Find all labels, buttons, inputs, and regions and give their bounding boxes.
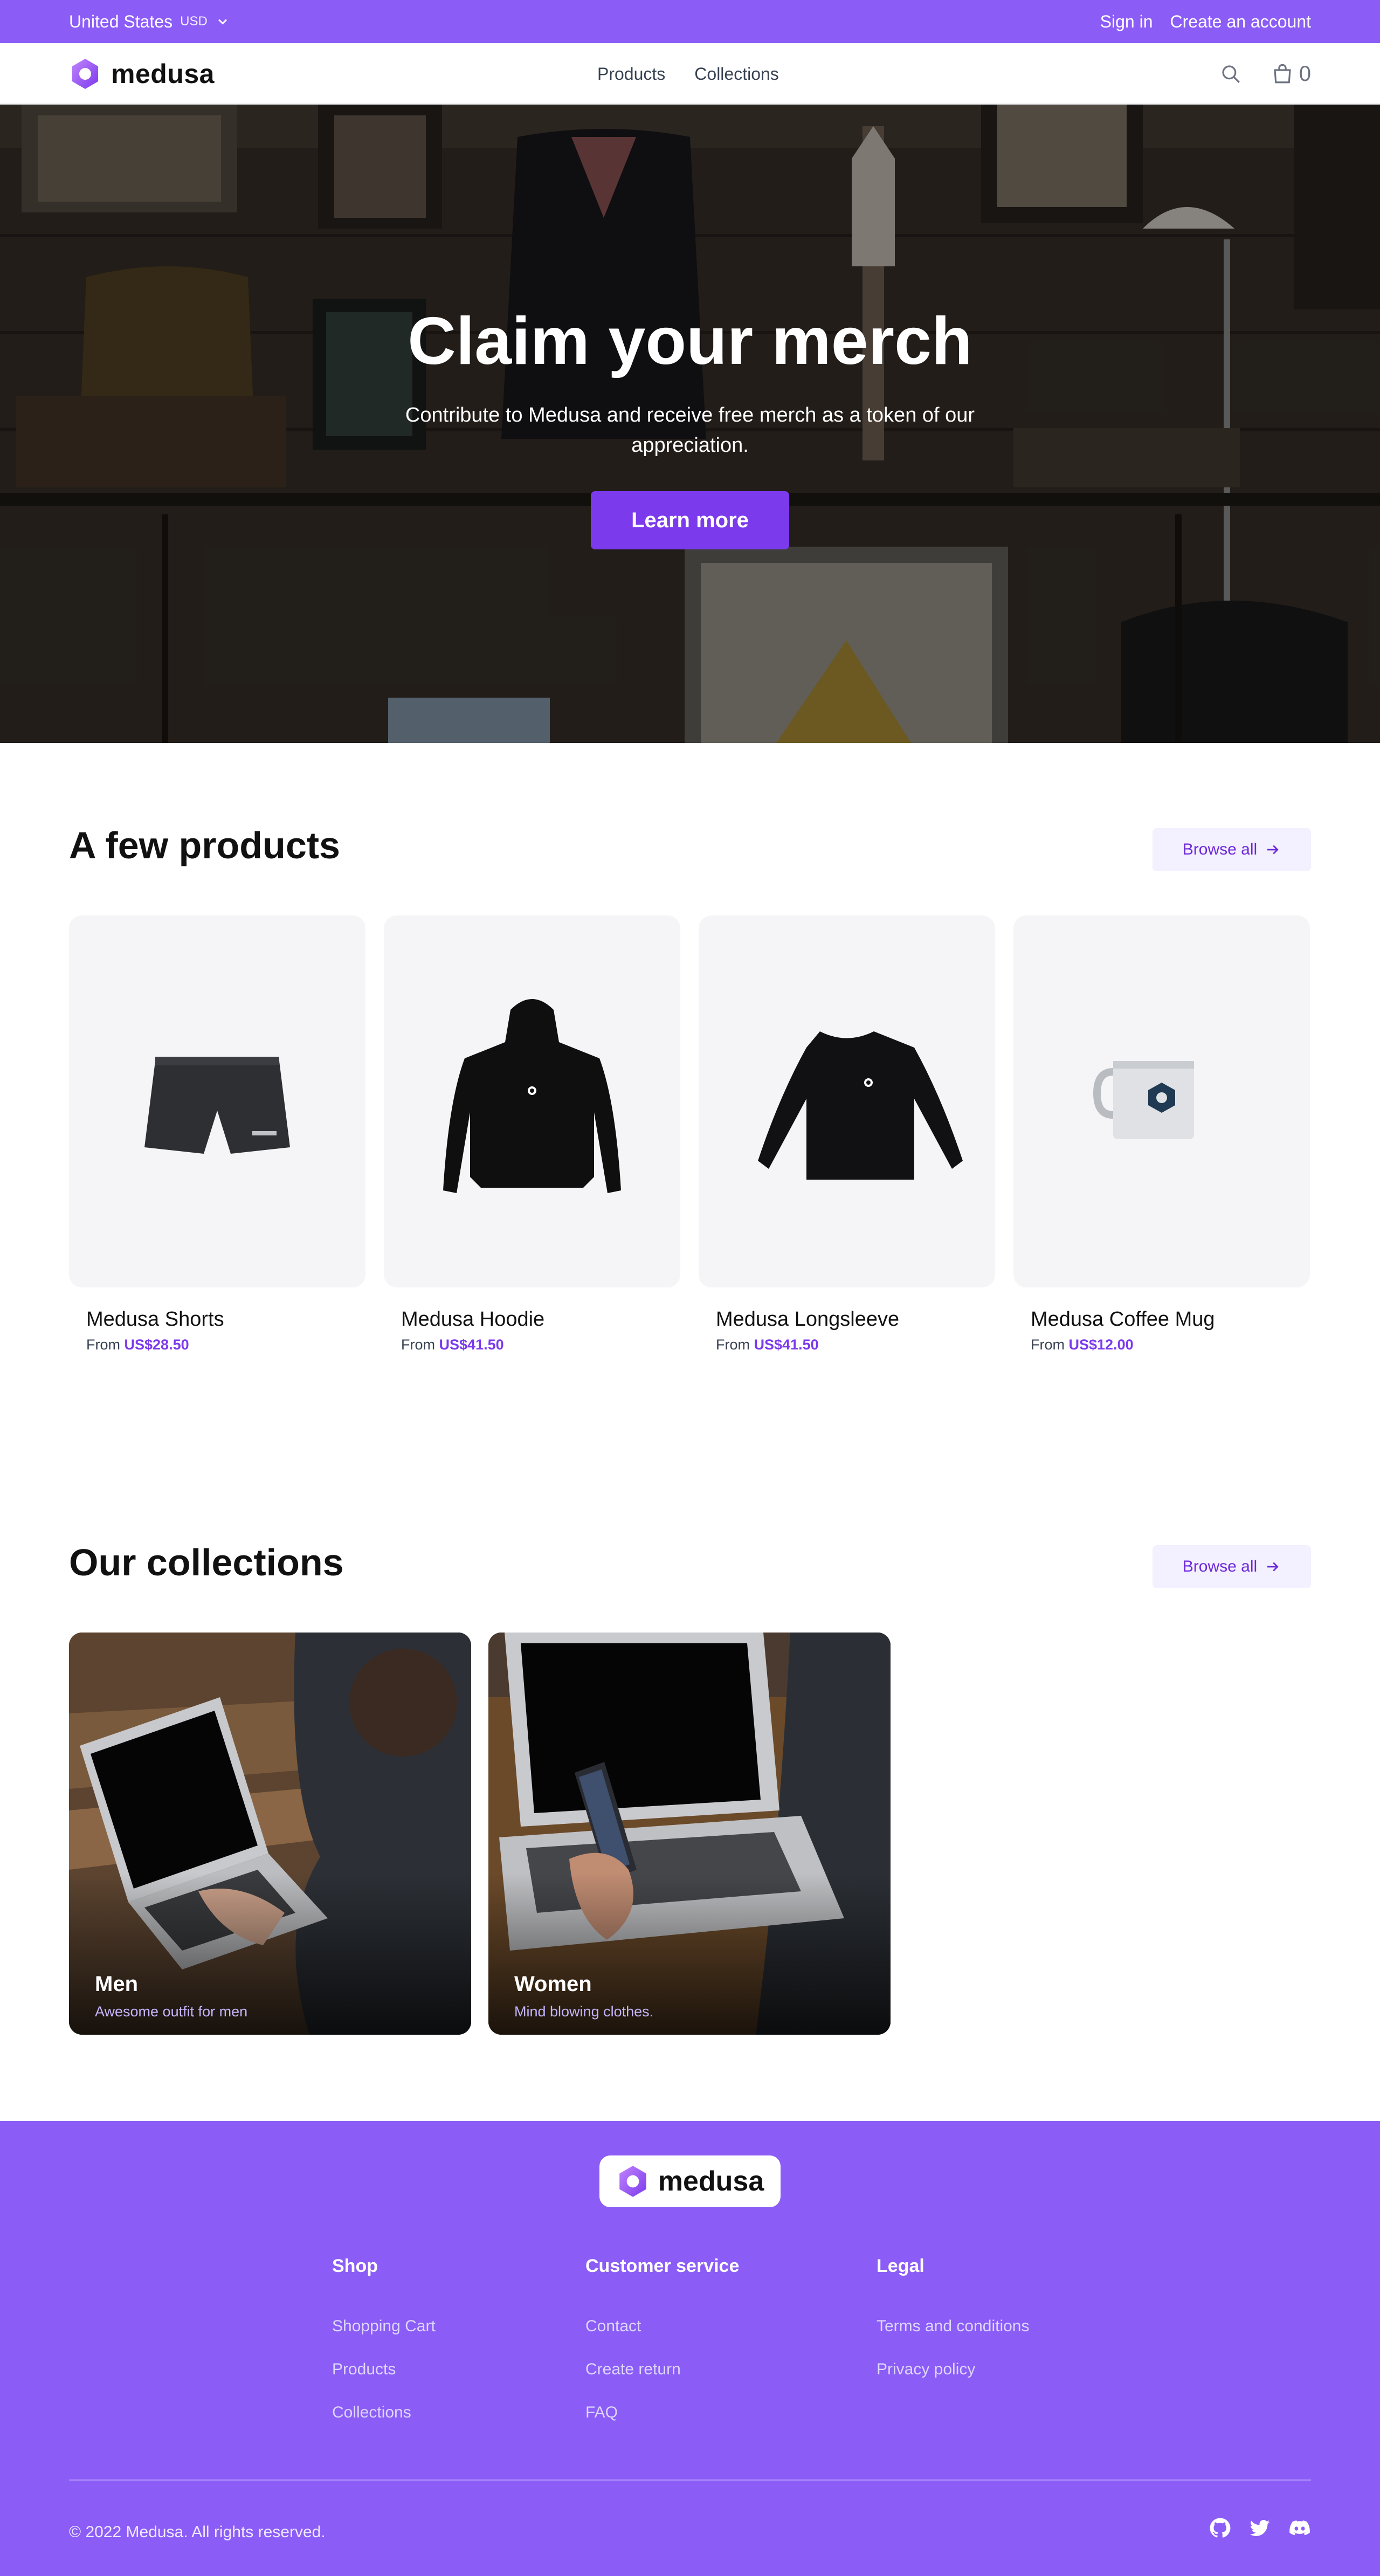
product-image[interactable] xyxy=(699,915,995,1287)
medusa-logo-icon xyxy=(619,2166,646,2197)
footer-heading: Legal xyxy=(877,2256,924,2276)
product-card-shorts[interactable]: Medusa Shorts From US$28.50 xyxy=(69,915,365,1353)
footer-link-faq[interactable]: FAQ xyxy=(585,2403,618,2422)
main-nav: medusa Products Collections 0 xyxy=(0,43,1380,105)
footer-logo[interactable]: medusa xyxy=(599,2155,781,2207)
product-image[interactable] xyxy=(1013,915,1310,1287)
chevron-down-icon xyxy=(218,19,227,25)
footer-link-shopping-cart[interactable]: Shopping Cart xyxy=(332,2317,436,2336)
footer-link-terms[interactable]: Terms and conditions xyxy=(877,2317,1029,2336)
top-bar: United States USD Sign in Create an acco… xyxy=(0,0,1380,43)
collection-description: Mind blowing clothes. xyxy=(514,2003,654,2020)
product-price: From US$12.00 xyxy=(1031,1337,1134,1353)
product-name: Medusa Longsleeve xyxy=(716,1308,900,1331)
site-footer: medusa Shop Shopping Cart Products Colle… xyxy=(0,2121,1380,2576)
twitter-icon[interactable] xyxy=(1248,2517,1271,2539)
products-section-title: A few products xyxy=(69,824,340,866)
collection-name: Women xyxy=(514,1972,592,1996)
product-name: Medusa Coffee Mug xyxy=(1031,1308,1215,1331)
create-account-link[interactable]: Create an account xyxy=(1170,12,1312,32)
search-icon[interactable] xyxy=(1219,63,1242,85)
collection-description: Awesome outfit for men xyxy=(95,2003,248,2020)
footer-divider xyxy=(69,2479,1311,2481)
products-browse-all-button[interactable]: Browse all xyxy=(1153,828,1311,871)
medusa-logo-icon xyxy=(72,59,98,89)
brand-name: medusa xyxy=(111,59,215,89)
cart-button[interactable]: 0 xyxy=(1271,62,1311,86)
footer-brand-name: medusa xyxy=(658,2166,764,2197)
footer-column-legal: Legal Terms and conditions Privacy polic… xyxy=(877,2256,1029,2378)
collections-browse-all-button[interactable]: Browse all xyxy=(1153,1545,1311,1588)
hoodie-image xyxy=(443,999,621,1193)
learn-more-button[interactable]: Learn more xyxy=(591,491,789,549)
product-price: From US$28.50 xyxy=(86,1337,189,1353)
mug-image xyxy=(1093,1061,1194,1139)
browse-all-label: Browse all xyxy=(1182,841,1258,858)
footer-link-products[interactable]: Products xyxy=(332,2360,396,2379)
hero-title: Claim your merch xyxy=(408,304,972,378)
hero-banner: Claim your merch Contribute to Medusa an… xyxy=(0,105,1380,743)
collection-card-women[interactable]: Women Mind blowing clothes. xyxy=(488,1633,891,2035)
footer-column-customer-service: Customer service Contact Create return F… xyxy=(585,2256,740,2421)
footer-link-collections[interactable]: Collections xyxy=(332,2403,411,2422)
cart-count: 0 xyxy=(1299,61,1311,86)
nav-collections-link[interactable]: Collections xyxy=(694,64,779,84)
shopping-bag-icon xyxy=(1274,64,1291,84)
github-icon[interactable] xyxy=(1209,2517,1231,2539)
browse-all-label: Browse all xyxy=(1182,1558,1258,1575)
longsleeve-image xyxy=(758,1031,963,1180)
product-image[interactable] xyxy=(384,915,680,1287)
product-image[interactable] xyxy=(69,915,365,1287)
hero-subtitle: Contribute to Medusa and receive free me… xyxy=(405,404,975,457)
product-name: Medusa Shorts xyxy=(86,1308,224,1331)
arrow-right-icon xyxy=(1267,1562,1279,1572)
sign-in-link[interactable]: Sign in xyxy=(1100,12,1153,32)
footer-link-create-return[interactable]: Create return xyxy=(585,2360,681,2379)
nav-products-link[interactable]: Products xyxy=(597,64,665,84)
footer-link-privacy[interactable]: Privacy policy xyxy=(877,2360,975,2379)
product-card-longsleeve[interactable]: Medusa Longsleeve From US$41.50 xyxy=(699,915,995,1353)
region-selector[interactable]: United States USD xyxy=(69,0,230,43)
discord-icon[interactable] xyxy=(1288,2517,1311,2539)
collection-card-men[interactable]: Men Awesome outfit for men xyxy=(69,1633,471,2035)
shorts-image xyxy=(144,1057,290,1154)
product-price: From US$41.50 xyxy=(716,1337,819,1353)
product-card-mug[interactable]: Medusa Coffee Mug From US$12.00 xyxy=(1013,915,1310,1353)
social-links xyxy=(1209,2517,1311,2539)
copyright-text: © 2022 Medusa. All rights reserved. xyxy=(69,2523,326,2541)
product-name: Medusa Hoodie xyxy=(401,1308,545,1331)
footer-heading: Shop xyxy=(332,2256,378,2276)
region-label: United States xyxy=(69,11,173,31)
arrow-right-icon xyxy=(1267,845,1279,855)
footer-link-contact[interactable]: Contact xyxy=(585,2317,641,2336)
collections-section-title: Our collections xyxy=(69,1541,344,1583)
product-price: From US$41.50 xyxy=(401,1337,504,1353)
product-card-hoodie[interactable]: Medusa Hoodie From US$41.50 xyxy=(384,915,680,1353)
footer-heading: Customer service xyxy=(585,2256,740,2276)
currency-label: USD xyxy=(180,14,208,29)
collection-name: Men xyxy=(95,1972,138,1996)
footer-column-shop: Shop Shopping Cart Products Collections xyxy=(332,2256,436,2421)
brand-logo[interactable]: medusa xyxy=(69,43,215,105)
